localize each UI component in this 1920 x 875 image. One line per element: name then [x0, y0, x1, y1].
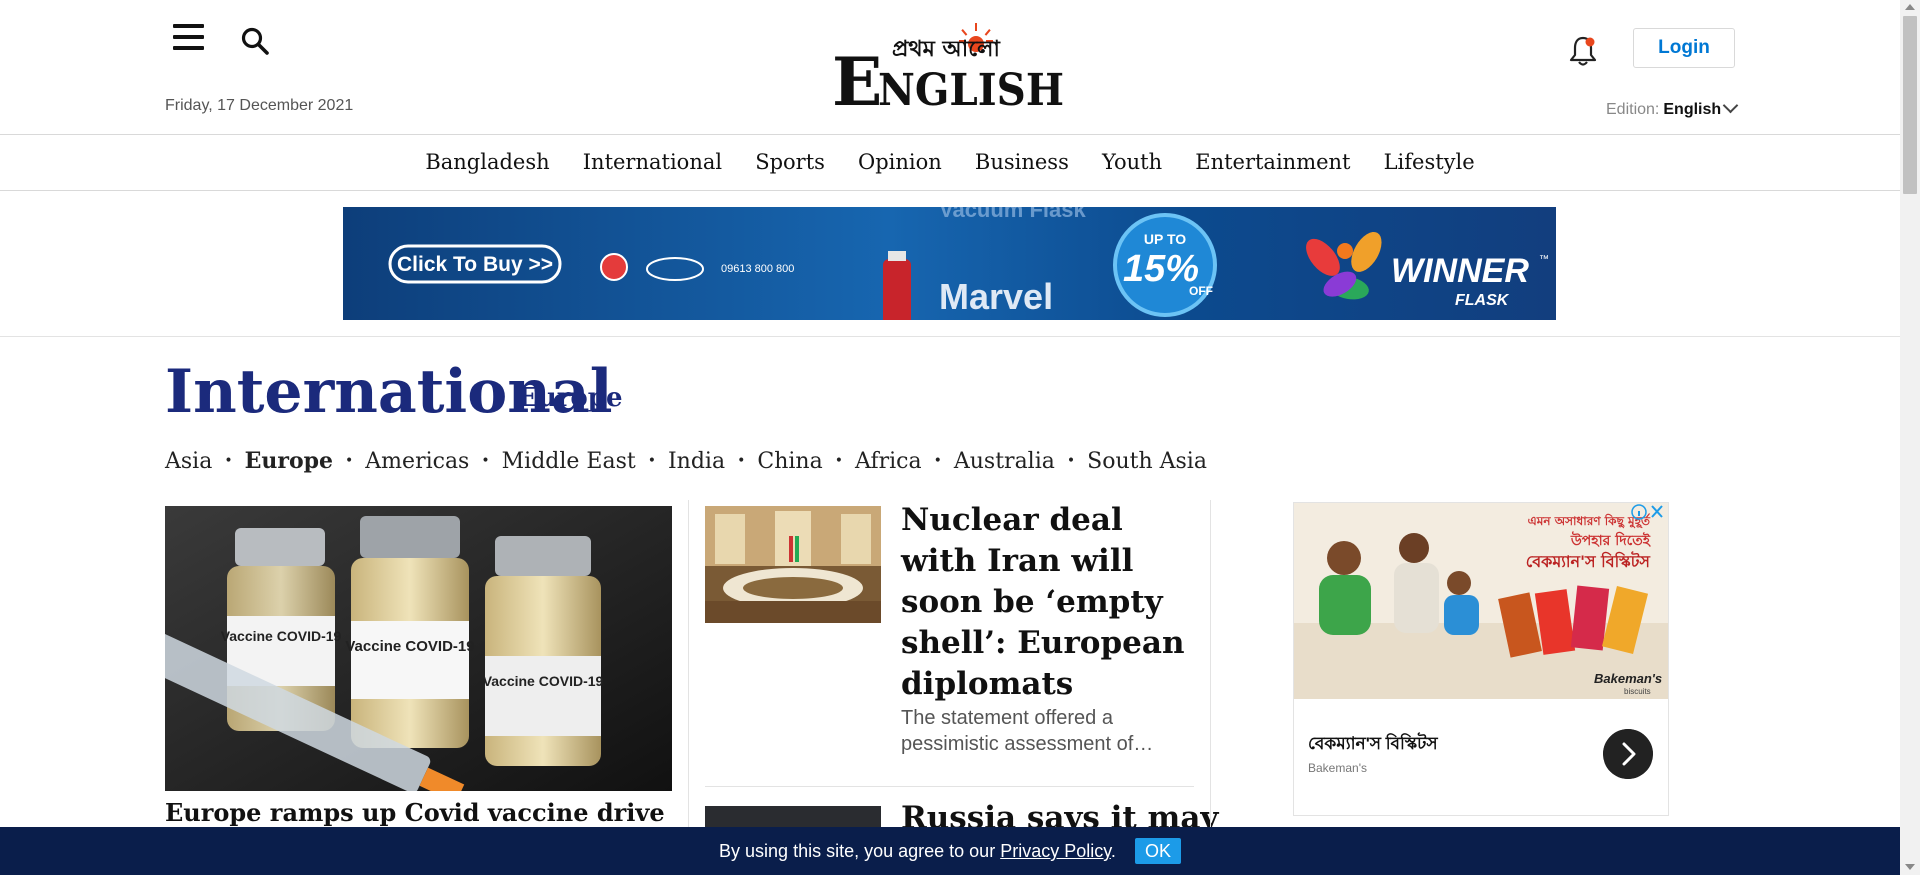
- site-logo[interactable]: প্রথম আলো E NGLISH: [830, 20, 1070, 110]
- svg-text:FLASK: FLASK: [1455, 292, 1510, 309]
- side-ad-brand: Bakeman's: [1308, 761, 1367, 775]
- nav-item-entertainment[interactable]: Entertainment: [1195, 135, 1350, 190]
- subnav-asia[interactable]: Asia: [165, 449, 212, 474]
- svg-text:E: E: [832, 43, 882, 110]
- lead-story-image[interactable]: Vaccine COVID-19 Vaccine COVID-19 Vaccin…: [165, 506, 672, 791]
- cookie-text: By using this site, you agree to our: [719, 841, 996, 861]
- cookie-consent-bar: By using this site, you agree to our Pri…: [0, 827, 1900, 875]
- svg-text:উপহার দিতেই: উপহার দিতেই: [1570, 531, 1652, 549]
- ad-cta: Click To Buy >>: [397, 253, 553, 276]
- lead-story-title[interactable]: Europe ramps up Covid vaccine drive for: [165, 798, 672, 827]
- story-summary: The statement offered a pessimistic asse…: [901, 707, 1154, 755]
- scroll-up-arrow-icon[interactable]: [1905, 4, 1915, 10]
- divider: [688, 500, 689, 875]
- svg-text:Marvel: Marvel: [939, 276, 1053, 317]
- svg-text:Vaccine COVID-19: Vaccine COVID-19: [483, 673, 604, 689]
- nav-item-bangladesh[interactable]: Bangladesh: [425, 135, 549, 190]
- svg-text:09613 800 800: 09613 800 800: [721, 263, 794, 275]
- svg-text:OFF: OFF: [1189, 284, 1213, 298]
- side-ad[interactable]: এমন অসাধারণ কিছু মুহূর্ত উপহার দিতেই বেক…: [1293, 502, 1669, 816]
- subnav-europe[interactable]: Europe: [245, 448, 333, 474]
- nav-item-opinion[interactable]: Opinion: [858, 135, 942, 190]
- divider: [0, 336, 1900, 337]
- edition-selector[interactable]: Edition: English: [1606, 97, 1739, 119]
- svg-text:Vaccine COVID-19: Vaccine COVID-19: [221, 628, 342, 644]
- svg-text:WINNER: WINNER: [1391, 252, 1529, 290]
- privacy-policy-link[interactable]: Privacy Policy: [1000, 841, 1111, 861]
- search-icon[interactable]: [240, 26, 270, 56]
- divider: [705, 786, 1194, 787]
- chevron-down-icon: [1722, 97, 1739, 114]
- menu-icon[interactable]: [173, 24, 205, 52]
- story-image[interactable]: [705, 506, 881, 623]
- subsection-nav: Asia • Europe • Americas • Middle East • India • C…: [165, 448, 1207, 474]
- svg-text:15%: 15%: [1123, 248, 1199, 290]
- logo-bangla: প্রথম আলো: [892, 37, 1001, 62]
- side-ad-image[interactable]: এমন অসাধারণ কিছু মুহূর্ত উপহার দিতেই বেক…: [1294, 503, 1668, 699]
- svg-text:UP TO: UP TO: [1144, 231, 1186, 247]
- svg-text:Bakeman's: Bakeman's: [1594, 671, 1662, 686]
- edition-value: English: [1663, 101, 1722, 118]
- chevron-right-icon[interactable]: [1603, 729, 1653, 779]
- subnav-australia[interactable]: Australia: [954, 449, 1055, 474]
- story-title[interactable]: Nuclear deal with Iran will soon be ‘emp…: [901, 500, 1201, 705]
- bell-icon[interactable]: [1568, 34, 1598, 68]
- subnav-india[interactable]: India: [668, 449, 725, 474]
- subnav-africa[interactable]: Africa: [855, 449, 922, 474]
- section-subtitle: Europe: [518, 383, 623, 413]
- cookie-ok-button[interactable]: OK: [1134, 838, 1181, 864]
- subnav-middle-east[interactable]: Middle East: [502, 449, 636, 474]
- divider: [1210, 500, 1211, 875]
- subnav-americas[interactable]: Americas: [365, 449, 469, 474]
- svg-text:NGLISH: NGLISH: [878, 65, 1064, 110]
- login-button[interactable]: Login: [1633, 28, 1735, 68]
- scroll-down-arrow-icon[interactable]: [1905, 864, 1915, 870]
- main-nav: Bangladesh International Sports Opinion …: [0, 135, 1900, 191]
- svg-text:biscuits: biscuits: [1624, 687, 1651, 696]
- svg-text:Vaccine COVID-19: Vaccine COVID-19: [345, 638, 474, 655]
- current-date: Friday, 17 December 2021: [165, 97, 354, 114]
- nav-item-youth[interactable]: Youth: [1102, 135, 1162, 190]
- scrollbar-thumb[interactable]: [1903, 16, 1917, 194]
- nav-item-business[interactable]: Business: [975, 135, 1069, 190]
- nav-item-sports[interactable]: Sports: [755, 135, 825, 190]
- edition-label: Edition:: [1606, 101, 1660, 118]
- subnav-south-asia[interactable]: South Asia: [1087, 449, 1207, 474]
- svg-text:বেকম্যান'স বিস্কিটস: বেকম্যান'স বিস্কিটস: [1526, 551, 1652, 571]
- side-ad-title[interactable]: বেকম্যান'স বিস্কিটস: [1308, 731, 1438, 759]
- nav-item-international[interactable]: International: [583, 135, 722, 190]
- subnav-china[interactable]: China: [757, 449, 822, 474]
- nav-item-lifestyle[interactable]: Lifestyle: [1384, 135, 1475, 190]
- svg-text:™: ™: [1539, 254, 1549, 265]
- svg-text:Vacuum Flask: Vacuum Flask: [939, 207, 1087, 222]
- site-header: Friday, 17 December 2021 প্রথম আলো E NGL…: [0, 0, 1900, 135]
- banner-ad[interactable]: Click To Buy >> 09613 800 800 Vacuum Fla…: [343, 207, 1556, 320]
